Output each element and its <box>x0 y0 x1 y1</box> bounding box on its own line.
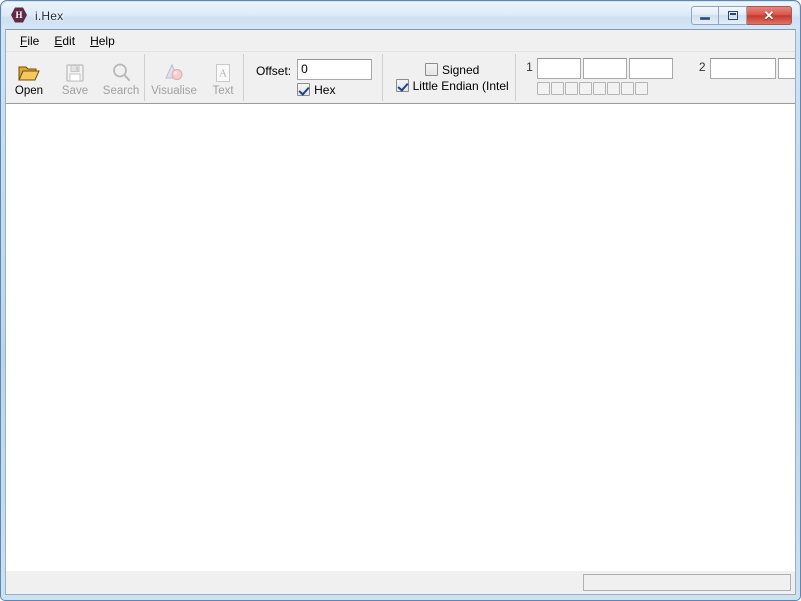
menu-file[interactable]: File <box>14 32 48 50</box>
word-field-dec[interactable] <box>709 58 776 79</box>
bit-checkbox-1[interactable] <box>620 82 634 95</box>
bit-checkbox-row <box>536 82 673 95</box>
byte1-field-oct[interactable] <box>628 58 673 79</box>
bit-checkbox-6[interactable] <box>550 82 564 95</box>
menu-help[interactable]: Help <box>84 32 124 50</box>
save-button-label: Save <box>61 84 89 97</box>
toolbar: Open Save Search Visualise A Text Offset… <box>6 52 795 104</box>
little-endian-checkbox-row[interactable]: Little Endian (Intel <box>395 78 509 93</box>
minimize-button[interactable] <box>691 6 719 25</box>
open-folder-icon <box>18 59 40 83</box>
hex-view[interactable] <box>6 104 795 570</box>
word-field-hex[interactable] <box>777 58 795 79</box>
byte-group-1: 1 <box>524 58 673 95</box>
status-bar <box>6 570 795 594</box>
client-area: File Edit Help Open Save Search Visualis… <box>5 29 796 595</box>
byte-group-1-fields <box>536 58 673 95</box>
maximize-icon <box>727 11 738 20</box>
offset-controls: Hex <box>297 58 373 97</box>
menu-edit-label: dit <box>62 33 76 48</box>
hex-checkbox-row[interactable]: Hex <box>297 83 372 97</box>
signed-checkbox[interactable] <box>424 63 438 76</box>
toolbar-file-actions: Open Save Search <box>6 52 144 103</box>
menu-help-mnemonic: H <box>90 33 99 48</box>
menu-file-label: ile <box>27 33 40 48</box>
app-icon-letter: H <box>11 7 27 23</box>
signed-checkbox-row[interactable]: Signed <box>424 62 480 77</box>
svg-text:A: A <box>219 67 227 79</box>
search-button-label: Search <box>102 84 140 97</box>
bit-checkbox-4[interactable] <box>578 82 592 95</box>
application-window: H i.Hex ✕ File Edit Help Open Save Searc… <box>0 0 801 601</box>
minimize-icon <box>700 17 710 20</box>
little-endian-checkbox[interactable] <box>395 79 409 92</box>
open-button-label: Open <box>14 84 44 97</box>
bit-checkbox-7[interactable] <box>536 82 550 95</box>
byte-group-2-label: 2 <box>698 60 706 74</box>
open-button[interactable]: Open <box>6 54 52 102</box>
bit-checkbox-0[interactable] <box>634 82 648 95</box>
menu-bar: File Edit Help <box>6 30 795 52</box>
text-a-icon: A <box>214 59 232 83</box>
byte-group-2: 2 <box>697 58 795 79</box>
close-button[interactable]: ✕ <box>747 6 792 25</box>
offset-input[interactable] <box>297 58 373 80</box>
magnifier-icon <box>111 59 132 83</box>
app-hexagon-icon: H <box>11 7 28 24</box>
window-controls: ✕ <box>691 6 794 25</box>
save-button[interactable]: Save <box>52 54 98 102</box>
text-button[interactable]: A Text <box>203 54 243 102</box>
floppy-disk-icon <box>65 59 85 83</box>
search-button[interactable]: Search <box>98 54 144 102</box>
visualise-button[interactable]: Visualise <box>145 54 203 102</box>
menu-edit[interactable]: Edit <box>48 32 84 50</box>
byte-group-1-inputs <box>536 58 673 79</box>
toolbar-view-actions: Visualise A Text <box>145 52 243 103</box>
byte-group-2-inputs <box>709 58 795 79</box>
visualise-icon <box>162 59 186 83</box>
bit-checkbox-3[interactable] <box>592 82 606 95</box>
bit-checkbox-5[interactable] <box>564 82 578 95</box>
endian-group: Signed Little Endian (Intel <box>383 52 515 103</box>
signed-checkbox-label: Signed <box>441 62 480 77</box>
numeric-inspector-group: 1 2 <box>516 52 795 103</box>
maximize-button[interactable] <box>719 6 747 25</box>
byte1-field-dec[interactable] <box>536 58 581 79</box>
status-panel <box>583 574 791 591</box>
title-bar: H i.Hex ✕ <box>5 2 796 29</box>
window-title: i.Hex <box>35 8 64 23</box>
text-button-label: Text <box>212 84 234 97</box>
close-icon: ✕ <box>763 8 775 23</box>
hex-checkbox-label: Hex <box>314 82 336 97</box>
offset-label: Offset: <box>256 63 292 78</box>
byte-group-1-label: 1 <box>526 60 533 74</box>
bit-checkbox-2[interactable] <box>606 82 620 95</box>
hex-checkbox[interactable] <box>297 83 311 96</box>
visualise-button-label: Visualise <box>151 84 197 97</box>
little-endian-checkbox-label: Little Endian (Intel <box>412 78 509 93</box>
byte1-field-hex[interactable] <box>582 58 627 79</box>
offset-group: Offset: Hex <box>244 52 382 103</box>
menu-help-label: elp <box>98 33 115 48</box>
